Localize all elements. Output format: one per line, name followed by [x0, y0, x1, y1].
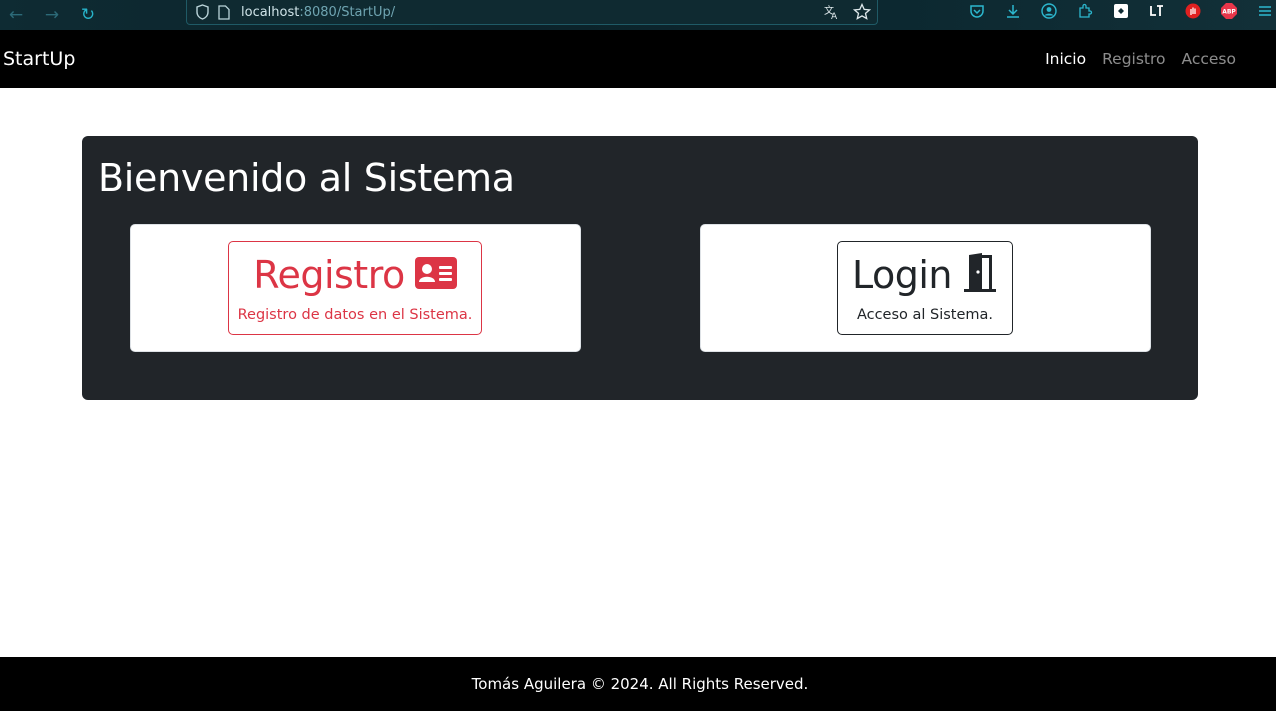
register-heading: Registro [253, 252, 457, 298]
browser-toolbar-icons: ABP [960, 0, 1276, 22]
brand-link[interactable]: StartUp [3, 48, 75, 70]
door-icon [962, 253, 998, 297]
id-card-icon [414, 257, 457, 293]
star-icon[interactable] [851, 1, 873, 23]
language-tool-icon[interactable] [1145, 0, 1169, 22]
nav-link-inicio[interactable]: Inicio [1045, 50, 1086, 68]
account-icon[interactable] [1037, 0, 1061, 22]
back-arrow-icon[interactable]: ← [3, 4, 29, 26]
stop-hand-icon[interactable] [1181, 0, 1205, 22]
login-button[interactable]: Login Acceso al Sistema. [837, 241, 1013, 335]
footer: Tomás Aguilera © 2024. All Rights Reserv… [0, 657, 1276, 711]
top-navbar: StartUp Inicio Registro Acceso [0, 30, 1276, 88]
page-title: Bienvenido al Sistema [98, 156, 515, 200]
adblock-badge-text: ABP [1222, 9, 1236, 16]
login-heading: Login [852, 252, 998, 298]
reload-icon[interactable]: ↻ [75, 4, 101, 26]
shield-icon[interactable] [191, 1, 213, 23]
url-text[interactable]: localhost:8080/StartUp/ [241, 5, 395, 20]
login-title: Login [851, 253, 953, 297]
register-button[interactable]: Registro Registro de datos en el Sistema… [228, 241, 482, 335]
url-host: localhost [241, 4, 300, 20]
forward-arrow-icon[interactable]: → [39, 4, 65, 26]
nav-links: Inicio Registro Acceso [1045, 50, 1236, 68]
download-icon[interactable] [1001, 0, 1025, 22]
menu-icon[interactable] [1253, 0, 1276, 22]
extension-square-icon[interactable] [1109, 0, 1133, 22]
address-bar[interactable]: localhost:8080/StartUp/ 文A [186, 0, 878, 25]
translate-icon[interactable]: 文A [821, 1, 843, 23]
register-title: Registro [253, 253, 405, 297]
svg-text:A: A [831, 12, 838, 21]
pocket-icon[interactable] [965, 0, 989, 22]
register-subtitle: Registro de datos en el Sistema. [237, 307, 473, 323]
browser-toolbar: ← → ↻ localhost:8080/StartUp/ 文A ABP [0, 0, 1276, 30]
nav-link-acceso[interactable]: Acceso [1182, 50, 1236, 68]
extensions-icon[interactable] [1073, 0, 1097, 22]
page-icon[interactable] [213, 1, 235, 23]
register-card: Registro Registro de datos en el Sistema… [130, 224, 581, 352]
footer-copyright: Tomás Aguilera © 2024. All Rights Reserv… [471, 675, 809, 693]
welcome-panel: Bienvenido al Sistema Registro Registro … [82, 136, 1198, 400]
nav-link-registro[interactable]: Registro [1102, 50, 1165, 68]
url-path: :8080/StartUp/ [299, 4, 396, 20]
login-subtitle: Acceso al Sistema. [856, 307, 994, 323]
adblock-plus-icon[interactable]: ABP [1217, 0, 1241, 22]
login-card: Login Acceso al Sistema. [700, 224, 1151, 352]
